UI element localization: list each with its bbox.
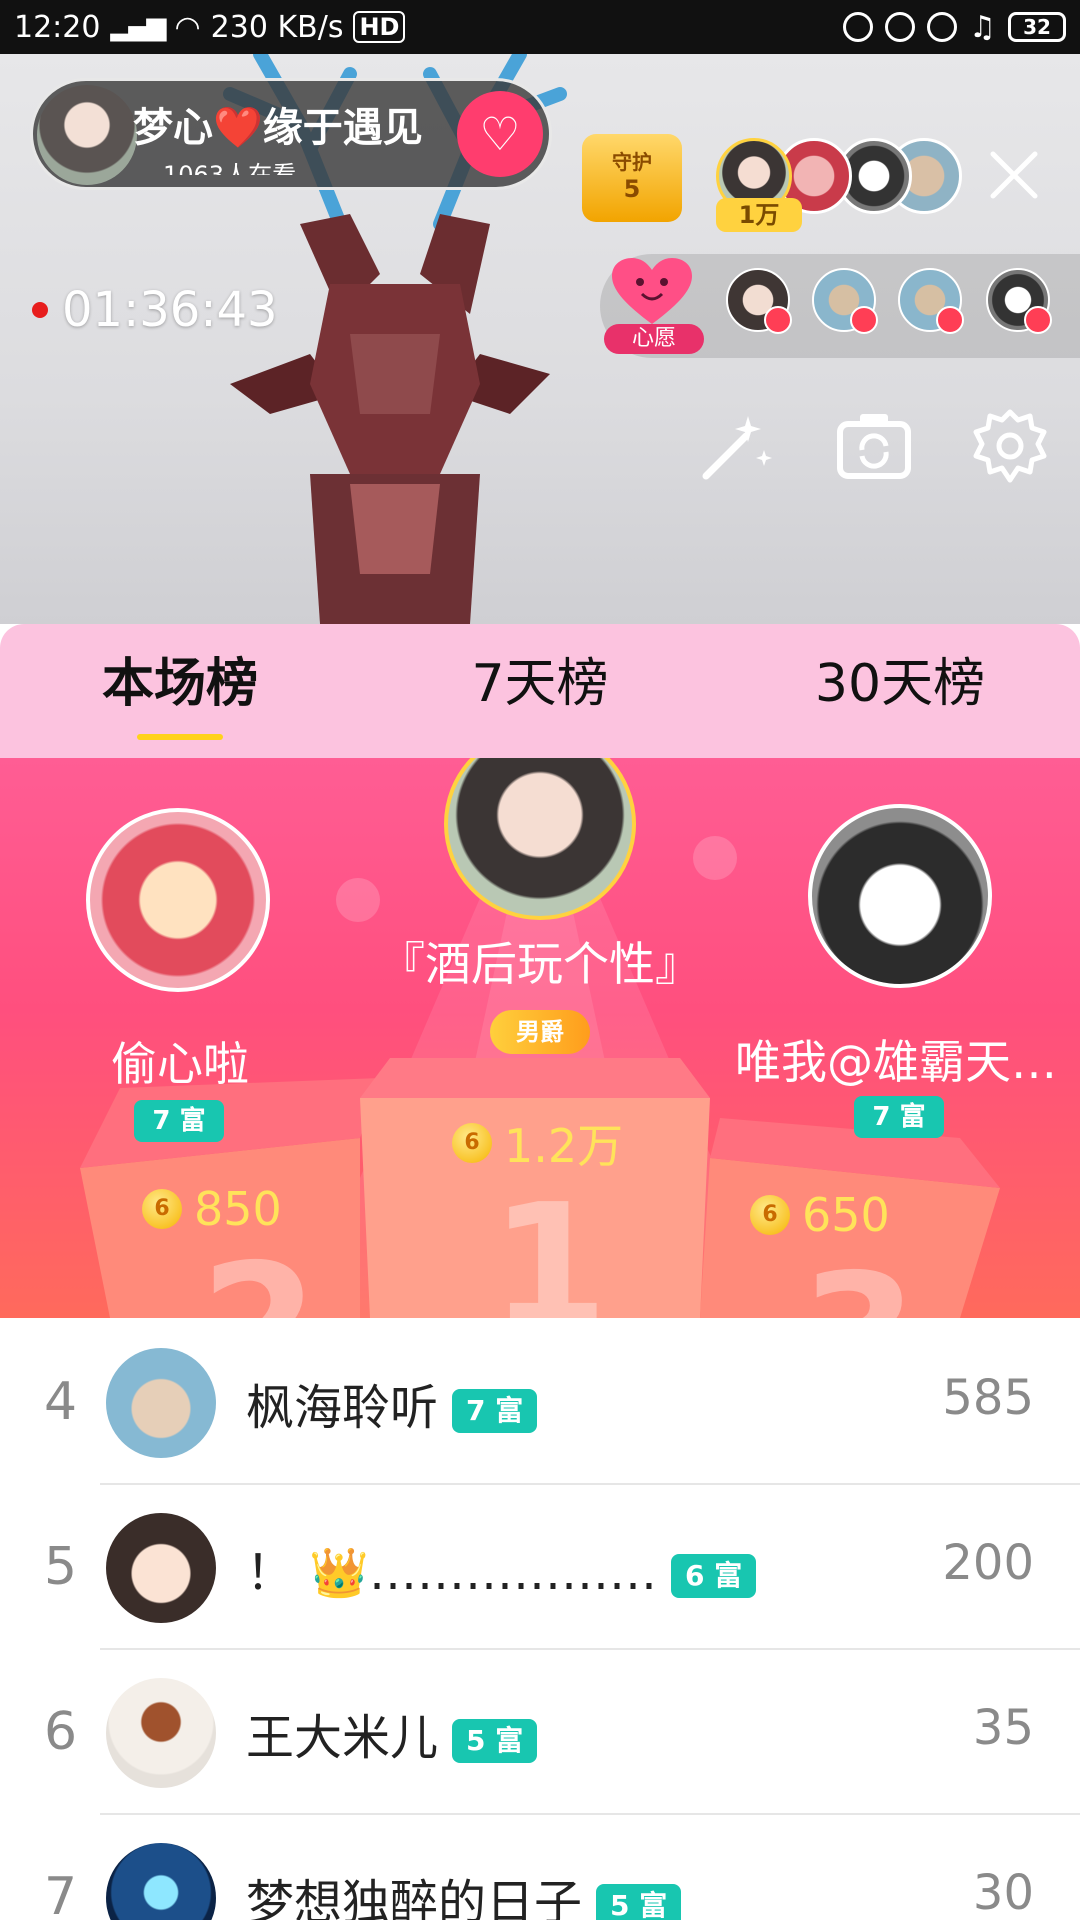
signal-icon: ▂▄▆ bbox=[110, 12, 166, 42]
tab-this-session[interactable]: 本场榜 bbox=[0, 624, 360, 758]
user-name: 梦想独醉的日子 bbox=[246, 1875, 583, 1920]
sofa-icon bbox=[764, 306, 792, 334]
wealth-badge: 6 富 bbox=[671, 1554, 757, 1598]
coin-icon: 6 bbox=[142, 1189, 182, 1229]
battery-icon: 32 bbox=[1008, 12, 1066, 42]
rank-number: 7 bbox=[44, 1867, 78, 1920]
live-indicator-icon bbox=[32, 302, 48, 318]
wish-avatar[interactable] bbox=[986, 268, 1052, 334]
wealth-badge: 7 富 bbox=[452, 1389, 538, 1433]
wifi-icon: ◠ bbox=[174, 9, 201, 45]
active-tab-indicator bbox=[137, 734, 223, 740]
third-place-coin-value: 650 bbox=[802, 1188, 890, 1242]
sofa-icon bbox=[1024, 306, 1052, 334]
list-item[interactable]: 5 ！ 👑……………… 6 富 200 bbox=[0, 1485, 1080, 1650]
ranking-tabs: 本场榜 7天榜 30天榜 bbox=[0, 624, 1080, 758]
wish-avatar[interactable] bbox=[726, 268, 792, 334]
guard-badge[interactable]: 守护 5 bbox=[582, 134, 682, 222]
heart-plus-icon: ♡ bbox=[479, 107, 521, 161]
user-name: 枫海聆听 bbox=[246, 1380, 439, 1436]
status-bar: 12:20 ▂▄▆ ◠ 230 KB/s HD ♫ 32 bbox=[0, 0, 1080, 54]
row-name-wrap: ！ 👑……………… 6 富 bbox=[246, 1533, 757, 1603]
mute-icon bbox=[843, 12, 874, 42]
wealth-badge: 5 富 bbox=[596, 1884, 682, 1920]
sofa-icon bbox=[850, 306, 878, 334]
hd-icon: HD bbox=[353, 11, 406, 43]
second-place-name[interactable]: 偷心啦 bbox=[60, 1028, 300, 1094]
magic-wand-icon[interactable] bbox=[696, 406, 776, 486]
status-time: 12:20 bbox=[14, 9, 101, 45]
host-name: 梦心❤️缘于遇见 bbox=[133, 105, 423, 151]
wish-bar[interactable]: 心愿 bbox=[600, 254, 1080, 358]
top-viewers[interactable]: 1万 bbox=[716, 134, 962, 232]
camera-switch-icon[interactable] bbox=[834, 406, 914, 486]
user-name: 王大米儿 bbox=[246, 1710, 439, 1766]
lock-icon bbox=[885, 12, 916, 42]
headphones-icon: ♫ bbox=[969, 9, 996, 45]
guard-count: 5 bbox=[623, 175, 641, 203]
sofa-icon bbox=[936, 306, 964, 334]
viewer-count-badge: 1万 bbox=[716, 198, 802, 232]
avatar[interactable] bbox=[106, 1513, 216, 1623]
wish-label: 心愿 bbox=[604, 324, 704, 354]
row-name-wrap: 王大米儿 5 富 bbox=[246, 1698, 538, 1768]
second-place-rank: 2 bbox=[200, 1228, 318, 1318]
alarm-icon bbox=[927, 12, 958, 42]
second-place-wealth-badge: 7 富 bbox=[134, 1100, 224, 1142]
tab-7-days[interactable]: 7天榜 bbox=[360, 624, 720, 758]
first-place-rank: 1 bbox=[490, 1168, 609, 1318]
row-name-wrap: 枫海聆听 7 富 bbox=[246, 1368, 538, 1438]
second-place-avatar[interactable] bbox=[86, 808, 270, 992]
host-info[interactable]: 梦心❤️缘于遇见 1063人在看 ♡ bbox=[30, 78, 552, 190]
third-place-avatar[interactable] bbox=[808, 804, 992, 988]
coin-icon: 6 bbox=[750, 1195, 790, 1235]
third-place-coins: 6 650 bbox=[750, 1188, 890, 1242]
score: 30 bbox=[972, 1865, 1034, 1920]
live-video[interactable]: 梦心❤️缘于遇见 1063人在看 ♡ 守护 5 1万 01:36:43 心愿 bbox=[0, 54, 1080, 624]
close-icon[interactable] bbox=[985, 146, 1043, 204]
third-place-wealth-badge: 7 富 bbox=[854, 1096, 944, 1138]
first-place-coin-value: 1.2万 bbox=[504, 1119, 624, 1173]
rank-number: 4 bbox=[44, 1372, 78, 1432]
list-item[interactable]: 6 王大米儿 5 富 35 bbox=[0, 1650, 1080, 1815]
wealth-badge: 5 富 bbox=[452, 1719, 538, 1763]
coin-icon: 6 bbox=[452, 1123, 492, 1163]
first-place-title-badge: 男爵 bbox=[490, 1010, 590, 1054]
tab-label: 7天榜 bbox=[471, 654, 609, 714]
first-place-name[interactable]: 『酒后玩个性』 bbox=[340, 928, 740, 994]
rank-number: 6 bbox=[44, 1702, 78, 1762]
guard-label: 守护 bbox=[612, 150, 652, 174]
list-item[interactable]: 4 枫海聆听 7 富 585 bbox=[0, 1320, 1080, 1485]
third-place-rank: 3 bbox=[800, 1238, 918, 1318]
score: 585 bbox=[942, 1370, 1034, 1426]
wish-avatar[interactable] bbox=[812, 268, 878, 334]
tab-label: 本场榜 bbox=[101, 654, 258, 714]
avatar[interactable] bbox=[106, 1843, 216, 1920]
tab-label: 30天榜 bbox=[814, 654, 986, 714]
avatar[interactable] bbox=[106, 1678, 216, 1788]
tab-30-days[interactable]: 30天榜 bbox=[720, 624, 1080, 758]
podium: 『酒后玩个性』 男爵 6 1.2万 1 偷心啦 7 富 6 850 2 唯我@雄… bbox=[0, 758, 1080, 1318]
settings-gear-icon[interactable] bbox=[970, 406, 1050, 486]
avatar[interactable] bbox=[106, 1348, 216, 1458]
first-place-coins: 6 1.2万 bbox=[452, 1110, 623, 1176]
list-item[interactable]: 7 梦想独醉的日子 5 富 30 bbox=[0, 1815, 1080, 1920]
follow-button[interactable]: ♡ bbox=[457, 91, 543, 177]
rank-number: 5 bbox=[44, 1537, 78, 1597]
score: 35 bbox=[972, 1700, 1034, 1756]
third-place-name[interactable]: 唯我@雄霸天… bbox=[716, 1026, 1076, 1092]
host-avatar[interactable] bbox=[37, 85, 137, 185]
row-name-wrap: 梦想独醉的日子 5 富 bbox=[246, 1863, 682, 1920]
live-timer: 01:36:43 bbox=[62, 282, 278, 338]
heart-icon[interactable] bbox=[612, 258, 692, 328]
user-name: ！ 👑……………… bbox=[246, 1545, 658, 1601]
score: 200 bbox=[942, 1535, 1034, 1591]
network-speed: 230 KB/s bbox=[210, 9, 344, 45]
wish-avatar[interactable] bbox=[898, 268, 964, 334]
host-viewer-count: 1063人在看 bbox=[163, 161, 297, 175]
ranking-list: 4 枫海聆听 7 富 585 5 ！ 👑……………… 6 富 200 6 王大米儿 5… bbox=[0, 1320, 1080, 1920]
